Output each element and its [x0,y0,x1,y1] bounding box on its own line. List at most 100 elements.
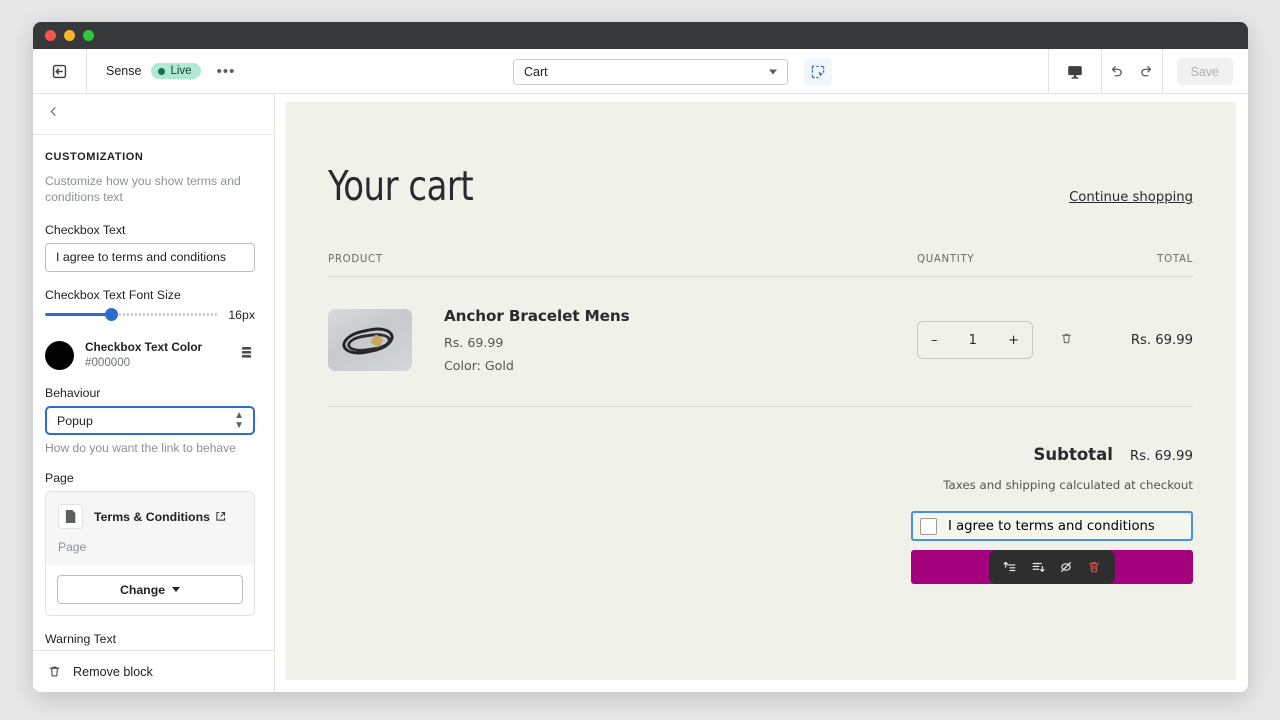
move-up-button[interactable] [999,556,1021,578]
page-item-name: Terms & Conditions [94,509,210,524]
marquee-select-icon [811,65,825,79]
trash-icon [1062,333,1071,343]
behaviour-hint: How do you want the link to behave [45,441,236,456]
color-hex: #000000 [85,356,131,370]
product-cell: Anchor Bracelet Mens Rs. 69.99 Color: Go… [328,307,917,373]
product-title[interactable]: Anchor Bracelet Mens [444,307,630,325]
move-down-button[interactable] [1027,556,1049,578]
warning-text-field-group: Warning Text You must agree to terms and… [45,632,255,650]
terms-checkbox-block[interactable]: I agree to terms and conditions [911,511,1193,541]
minimize-dot[interactable] [64,30,75,41]
font-size-label: Checkbox Text Font Size [45,287,181,302]
remove-block-label: Remove block [73,664,153,679]
font-size-field-group: Checkbox Text Font Size 16px [45,288,255,322]
cart-header: Your cart Continue shopping [328,162,1193,210]
color-picker-row[interactable]: Checkbox Text Color #000000 [45,340,255,370]
column-header-quantity: QUANTITY [917,254,975,265]
maximize-dot[interactable] [83,30,94,41]
column-header-product: PRODUCT [328,254,383,265]
slider-track [115,313,220,317]
marquee-select-button[interactable] [804,58,832,86]
color-name: Checkbox Text Color [85,339,203,354]
exit-icon [52,64,67,78]
section-description: Customize how you show terms and conditi… [45,174,241,205]
checkbox-text-field-group: Checkbox Text I agree to terms and condi… [45,223,255,272]
behaviour-label: Behaviour [45,386,101,401]
editor-topbar: Sense Live ••• Cart Save [33,48,1249,94]
color-swatch[interactable] [45,340,74,370]
font-size-slider[interactable] [45,308,220,322]
line-item-total: Rs. 69.99 [1130,332,1193,348]
sidebar-header [33,94,274,135]
sidebar-scroll-area[interactable]: CUSTOMIZATION Customize how you show ter… [33,135,274,650]
more-options-button[interactable]: ••• [211,64,242,79]
storefront-preview[interactable]: Your cart Continue shopping PRODUCT QUAN… [285,102,1236,680]
app-window: Sense Live ••• Cart Save CUSTOMIZATION C… [33,22,1248,692]
chevron-down-icon [172,587,181,593]
change-page-label: Change [119,582,166,597]
preview-container: Your cart Continue shopping PRODUCT QUAN… [275,94,1248,692]
slider-thumb[interactable] [104,308,118,322]
redo-button[interactable] [1132,49,1162,94]
page-card-top: Terms & Conditions Page [46,492,254,566]
subtotal-line: Subtotal Rs. 69.99 [328,445,1193,464]
page-item-type: Page [58,540,87,555]
page-field-group: Page Terms & Conditions Page Change [45,471,255,617]
section-title: CUSTOMIZATION [45,151,144,163]
save-button[interactable]: Save [1176,58,1233,85]
behaviour-select[interactable]: Popup ▲ ▼ [45,406,255,436]
trash-icon [49,666,60,677]
page-item-name-wrap[interactable]: Terms & Conditions [94,510,226,524]
quantity-decrement-button[interactable]: – [931,333,938,348]
status-badge: Live [151,63,201,79]
checkbox-text-label: Checkbox Text [45,222,126,237]
terms-checkbox-label: I agree to terms and conditions [948,518,1155,534]
terms-checkbox[interactable] [920,517,937,535]
window-titlebar [33,22,1248,49]
font-size-value: 16px [228,307,255,322]
undo-button[interactable] [1102,49,1132,94]
page-thumbnail [58,504,83,530]
quantity-value: 1 [968,332,977,348]
product-image [328,309,412,371]
checkbox-text-input[interactable]: I agree to terms and conditions [45,242,255,272]
chevron-left-icon [50,107,56,116]
move-down-icon [1032,562,1045,572]
undo-icon [1111,66,1122,77]
delete-button[interactable] [1083,556,1105,578]
column-header-total: TOTAL [1157,254,1193,265]
live-dot-icon [158,67,166,75]
quantity-stepper[interactable]: – 1 + [917,321,1033,359]
move-up-icon [1003,561,1016,572]
tax-note: Taxes and shipping calculated at checkou… [943,478,1193,492]
quantity-increment-button[interactable]: + [1008,333,1019,348]
topbar-right-group: Save [1047,49,1249,94]
continue-shopping-link[interactable]: Continue shopping [1069,190,1193,210]
redo-icon [1141,66,1152,77]
cart-page: Your cart Continue shopping PRODUCT QUAN… [328,162,1193,584]
desktop-icon [1067,65,1082,79]
shop-info-group: Sense Live ••• [87,63,241,79]
block-floating-toolbar [989,550,1115,584]
subtotal-label: Subtotal [1033,445,1113,464]
sidebar-back-button[interactable] [47,105,60,123]
remove-item-button[interactable] [1059,331,1074,350]
page-selector-value: Cart [524,65,548,79]
exit-editor-button[interactable] [33,48,87,94]
page-label: Page [45,471,74,486]
preview-device-button[interactable] [1049,49,1101,94]
remove-block-button[interactable]: Remove block [33,650,274,692]
close-dot[interactable] [45,30,56,41]
font-size-slider-row: 16px [45,308,255,322]
hide-button[interactable] [1055,556,1077,578]
page-selector[interactable]: Cart [513,59,788,85]
shop-name: Sense [106,64,142,78]
hide-icon [1061,562,1071,572]
cart-line-item: Anchor Bracelet Mens Rs. 69.99 Color: Go… [328,277,1193,407]
color-source-button[interactable] [238,344,255,366]
change-page-button[interactable]: Change [57,575,243,605]
external-link-icon[interactable] [215,511,226,522]
editor-body: CUSTOMIZATION Customize how you show ter… [33,94,1248,692]
page-card: Terms & Conditions Page Change [45,491,255,617]
behaviour-value: Popup [57,413,93,428]
